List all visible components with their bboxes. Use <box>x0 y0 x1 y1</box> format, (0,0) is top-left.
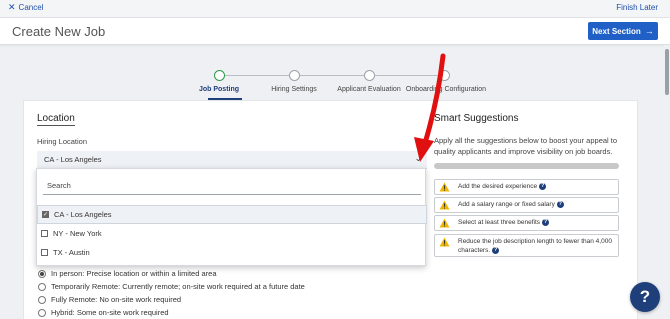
work-type-label: In person: Precise location or within a … <box>51 269 217 278</box>
step-label-onboarding-configuration[interactable]: Onboarding Configuration <box>406 86 486 93</box>
step-dot-job-posting[interactable] <box>214 70 225 81</box>
help-icon[interactable]: ? <box>492 246 500 254</box>
progress-stepper: Job Posting Hiring Settings Applicant Ev… <box>190 69 486 100</box>
hiring-location-label: Hiring Location <box>37 137 88 146</box>
radio-icon[interactable] <box>38 282 46 291</box>
radio-icon[interactable] <box>38 269 46 278</box>
top-bar: ✕ Cancel Finish Later <box>0 0 670 18</box>
radio-icon[interactable] <box>38 295 46 304</box>
page-header: Create New Job Next Section → <box>0 18 670 45</box>
help-icon[interactable]: ? <box>542 218 550 226</box>
step-dot-applicant-evaluation[interactable] <box>364 70 375 81</box>
close-icon: ✕ <box>8 2 16 12</box>
location-search-input[interactable] <box>43 176 421 195</box>
step-dot-hiring-settings[interactable] <box>289 70 300 81</box>
smart-suggestions-title: Smart Suggestions <box>434 113 519 124</box>
suggestion-text: Add the desired experience <box>458 183 538 190</box>
smart-suggestions-description: Apply all the suggestions below to boost… <box>434 136 618 156</box>
location-option-label: TX - Austin <box>53 248 90 257</box>
suggestion-item[interactable]: Add the desired experience? <box>434 179 619 195</box>
next-section-label: Next Section <box>592 26 641 36</box>
step-label-job-posting[interactable]: Job Posting <box>199 86 239 93</box>
page-scrollbar[interactable] <box>664 45 670 319</box>
location-option-label: CA - Los Angeles <box>54 210 112 219</box>
arrow-right-icon: → <box>644 26 654 36</box>
checkbox-icon[interactable] <box>41 249 48 256</box>
page-title: Create New Job <box>12 24 106 39</box>
hiring-location-select[interactable]: CA - Los Angeles ⌄ <box>37 151 427 169</box>
suggestion-item[interactable]: Reduce the job description length to few… <box>434 234 619 257</box>
work-type-label: Temporarily Remote: Currently remote; on… <box>51 282 305 291</box>
work-type-option-fully-remote[interactable]: Fully Remote: No on-site work required <box>38 295 181 304</box>
checkbox-icon[interactable]: ✓ <box>42 211 49 218</box>
cancel-link[interactable]: ✕ Cancel <box>8 2 44 13</box>
dropdown-search <box>43 175 421 195</box>
cancel-label: Cancel <box>18 3 44 12</box>
work-type-label: Fully Remote: No on-site work required <box>51 295 182 304</box>
suggestion-item[interactable]: Select at least three benefits? <box>434 215 619 231</box>
suggestion-text: Reduce the job description length to few… <box>458 238 612 254</box>
step-label-applicant-evaluation[interactable]: Applicant Evaluation <box>337 86 400 93</box>
suggestion-text: Add a salary range or fixed salary <box>458 201 555 208</box>
help-icon[interactable]: ? <box>539 182 547 190</box>
warning-icon <box>439 200 450 210</box>
suggestion-text: Select at least three benefits <box>458 219 541 226</box>
work-type-label: Hybrid: Some on-site work required <box>51 308 169 317</box>
step-label-hiring-settings[interactable]: Hiring Settings <box>271 86 317 93</box>
step-connector <box>300 75 366 76</box>
hiring-location-value: CA - Los Angeles <box>44 155 102 164</box>
suggestions-progress-bar <box>434 163 619 169</box>
next-section-button[interactable]: Next Section → <box>588 22 658 40</box>
help-icon[interactable]: ? <box>556 200 564 208</box>
finish-later-link[interactable]: Finish Later <box>616 3 658 12</box>
location-option-tx-austin[interactable]: TX - Austin <box>37 243 427 262</box>
step-dot-onboarding-configuration[interactable] <box>439 70 450 81</box>
location-section-title: Location <box>37 113 75 126</box>
step-connector <box>225 75 291 76</box>
scrollbar-thumb[interactable] <box>665 49 669 95</box>
work-type-option-hybrid[interactable]: Hybrid: Some on-site work required <box>38 308 169 317</box>
warning-icon <box>439 218 450 228</box>
warning-icon <box>439 237 450 247</box>
radio-icon[interactable] <box>38 308 46 317</box>
work-type-option-temporarily-remote[interactable]: Temporarily Remote: Currently remote; on… <box>38 282 305 291</box>
step-connector <box>375 75 441 76</box>
help-button[interactable]: ? <box>630 282 660 312</box>
location-option-label: NY - New York <box>53 229 102 238</box>
location-option-ny-new-york[interactable]: NY - New York <box>37 224 427 243</box>
warning-icon <box>439 182 450 192</box>
checkbox-icon[interactable] <box>41 230 48 237</box>
hiring-location-dropdown: ✓ CA - Los Angeles NY - New York TX - Au… <box>36 168 427 266</box>
location-option-ca-los-angeles[interactable]: ✓ CA - Los Angeles <box>37 205 427 224</box>
suggestion-item[interactable]: Add a salary range or fixed salary? <box>434 197 619 213</box>
chevron-down-icon[interactable]: ⌄ <box>414 153 422 164</box>
work-type-option-in-person[interactable]: In person: Precise location or within a … <box>38 269 217 278</box>
